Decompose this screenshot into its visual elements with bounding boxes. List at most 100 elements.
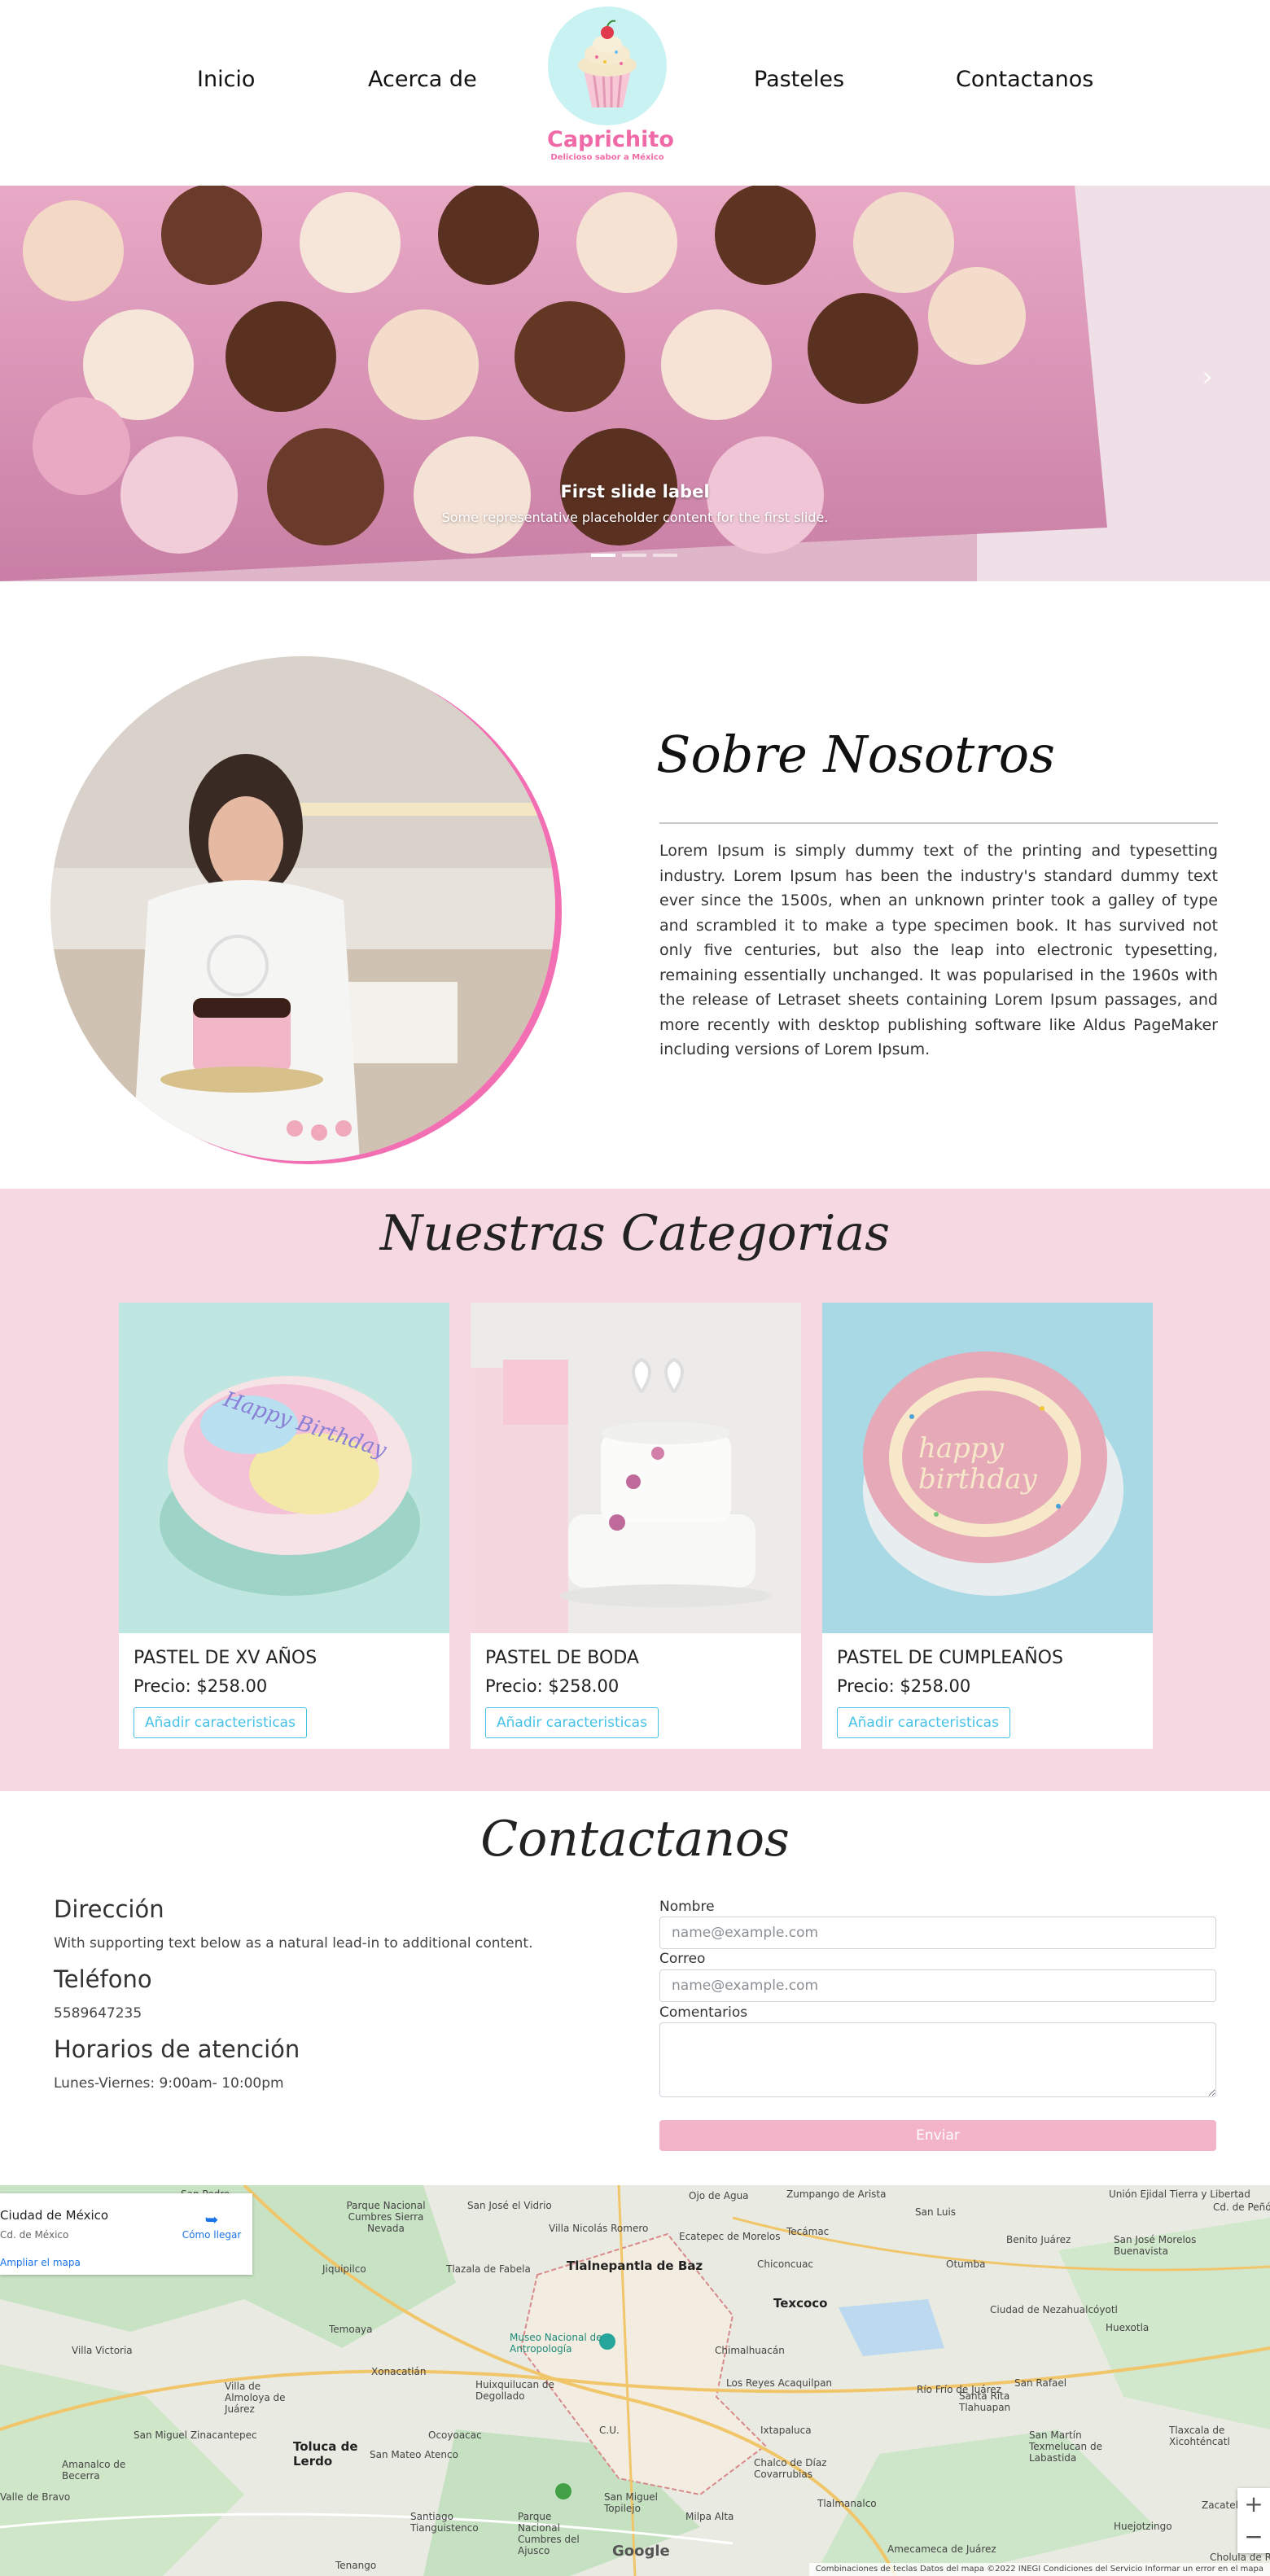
map-label: Unión Ejidal Tierra y Libertad — [1109, 2188, 1250, 2200]
phone-text: 5589647235 — [54, 2005, 142, 2022]
map-label: Benito Juárez — [1006, 2234, 1071, 2245]
map-label: Ixtapaluca — [760, 2425, 812, 2436]
cupcake-logo-icon — [548, 7, 667, 125]
svg-text:happy: happy — [918, 1432, 1005, 1465]
map-label: San José el Vidrio — [467, 2200, 552, 2211]
phone-heading: Teléfono — [54, 1965, 152, 1993]
about-divider — [659, 822, 1218, 824]
zoom-out-icon[interactable]: − — [1237, 2521, 1270, 2553]
logo-name: Caprichito — [547, 127, 674, 152]
google-logo: Google — [612, 2543, 670, 2560]
cake-boda-image — [471, 1303, 801, 1633]
email-label: Correo — [659, 1951, 706, 1967]
map-label: Zumpango de Arista — [786, 2188, 887, 2200]
add-features-button[interactable]: Añadir caracteristicas — [134, 1707, 307, 1738]
map-label: Jiquipilco — [322, 2263, 366, 2275]
carousel-caption-text: Some representative placeholder content … — [441, 510, 829, 525]
about-title: Sobre Nosotros — [656, 725, 1055, 784]
carousel-indicator-1[interactable] — [591, 554, 615, 557]
nav-link-pasteles[interactable]: Pasteles — [754, 67, 844, 92]
map-label: Chimalhuacán — [715, 2345, 785, 2356]
comments-textarea[interactable] — [659, 2022, 1216, 2097]
card-price: Precio: $258.00 — [134, 1676, 268, 1696]
google-map[interactable]: San Pedro Parque Nacional Cumbres Sierra… — [0, 2185, 1270, 2576]
add-features-button[interactable]: Añadir caracteristicas — [485, 1707, 659, 1738]
add-features-button[interactable]: Añadir caracteristicas — [837, 1707, 1010, 1738]
cake-xv-image: Happy Birthday — [119, 1303, 449, 1633]
hero-carousel: › First slide label Some representative … — [0, 186, 1270, 581]
map-label: Ojo de Agua — [689, 2190, 749, 2201]
comments-label: Comentarios — [659, 2004, 748, 2021]
map-directions-button[interactable]: ➥ Cómo llegar — [179, 2210, 244, 2241]
email-input[interactable] — [659, 1969, 1216, 2002]
contact-title: Contactanos — [480, 1811, 790, 1868]
map-label: Huexotla — [1106, 2322, 1150, 2333]
map-label: Villa Nicolás Romero — [549, 2223, 649, 2234]
map-label: Tlaxcala de Xicohténcatl — [1169, 2425, 1230, 2447]
map-label: Parque Nacional Cumbres Sierra Nevada — [346, 2200, 426, 2234]
map-label: Tecámac — [786, 2226, 830, 2237]
about-text: Lorem Ipsum is simply dummy text of the … — [659, 842, 1218, 1058]
categories-title: Nuestras Categorias — [379, 1205, 891, 1262]
address-text: With supporting text below as a natural … — [54, 1935, 533, 1952]
map-label: Huixquilucan de Degollado — [475, 2379, 554, 2402]
address-heading: Dirección — [54, 1895, 164, 1923]
map-label: Los Reyes Acaquilpan — [726, 2377, 833, 2389]
map-label: Cd. de Peñón — [1213, 2201, 1270, 2213]
map-label: Cholula de Rivadavia — [1210, 2552, 1270, 2563]
map-label: Tlazala de Fabela — [446, 2263, 531, 2275]
map-label: San Miguel Zinacantepec — [134, 2429, 257, 2441]
carousel-caption-title: First slide label — [560, 482, 710, 502]
map-label: Xonacatlán — [371, 2366, 427, 2377]
card-price: Precio: $258.00 — [837, 1676, 971, 1696]
hours-text: Lunes-Viernes: 9:00am- 10:00pm — [54, 2075, 284, 2092]
map-label: Tlalnepantla de Baz — [567, 2258, 703, 2273]
cake-cumpleanos-image: happy birthday — [822, 1303, 1153, 1633]
directions-icon: ➥ — [204, 2210, 219, 2229]
card-title: PASTEL DE CUMPLEAÑOS — [837, 1648, 1063, 1668]
map-footer[interactable]: Combinaciones de teclas Datos del mapa ©… — [808, 2563, 1270, 2576]
map-enlarge-link[interactable]: Ampliar el mapa — [0, 2257, 81, 2268]
carousel-next-icon[interactable]: › — [1202, 361, 1213, 393]
map-label: Museo Nacional de Antropología — [510, 2332, 602, 2355]
map-label: San José Morelos Buenavista — [1114, 2234, 1197, 2257]
map-place-title: Ciudad de México — [0, 2208, 109, 2223]
hours-heading: Horarios de atención — [54, 2035, 300, 2063]
category-card-boda: PASTEL DE BODA Precio: $258.00 Añadir ca… — [471, 1303, 801, 1749]
map-label: Amanalco de Becerra — [62, 2459, 126, 2482]
card-title: PASTEL DE BODA — [485, 1648, 639, 1668]
carousel-indicator-2[interactable] — [622, 554, 646, 557]
carousel-indicator-3[interactable] — [653, 554, 677, 557]
nav-link-contactanos[interactable]: Contactanos — [956, 67, 1093, 92]
map-label: Ocoyoacac — [428, 2429, 482, 2441]
map-label: Parque Nacional Cumbres del Ajusco — [518, 2511, 580, 2556]
logo-tagline: Delicioso sabor a México — [550, 153, 664, 162]
map-label: Tlalmanalco — [817, 2498, 877, 2509]
map-label: San Luis — [915, 2206, 957, 2218]
map-label: Ciudad de Nezahualcóyotl — [990, 2304, 1118, 2315]
nav-link-inicio[interactable]: Inicio — [197, 67, 255, 92]
map-label: Temoaya — [329, 2324, 373, 2335]
map-place-subtitle: Cd. de México — [0, 2229, 69, 2241]
svg-text:birthday: birthday — [918, 1463, 1037, 1496]
map-label: Chalco de Díaz Covarrubias — [754, 2457, 827, 2480]
name-label: Nombre — [659, 1899, 715, 1915]
map-label: Villa de Almoloya de Juárez — [225, 2381, 286, 2415]
brand-logo[interactable]: Caprichito Delicioso sabor a México — [547, 7, 674, 169]
map-label: Tenango — [335, 2560, 377, 2571]
map-label: Milpa Alta — [685, 2511, 734, 2522]
map-label: Ecatepec de Morelos — [679, 2231, 781, 2242]
about-baker-image — [50, 656, 555, 1161]
name-input[interactable] — [659, 1917, 1216, 1949]
submit-button[interactable]: Enviar — [659, 2120, 1216, 2151]
zoom-in-icon[interactable]: + — [1237, 2488, 1270, 2521]
map-zoom-control[interactable]: + − — [1237, 2488, 1270, 2553]
map-directions-label: Cómo llegar — [182, 2229, 242, 2241]
navbar: Inicio Acerca de Caprichito Delicioso sa… — [0, 0, 1270, 186]
map-label: Chiconcuac — [757, 2258, 814, 2270]
category-card-xv: Happy Birthday PASTEL DE XV AÑOS Precio:… — [119, 1303, 449, 1749]
map-label: San Rafael — [1014, 2377, 1067, 2389]
nav-link-acerca-de[interactable]: Acerca de — [368, 67, 477, 92]
card-title: PASTEL DE XV AÑOS — [134, 1648, 318, 1668]
map-label: C.U. — [599, 2425, 620, 2436]
